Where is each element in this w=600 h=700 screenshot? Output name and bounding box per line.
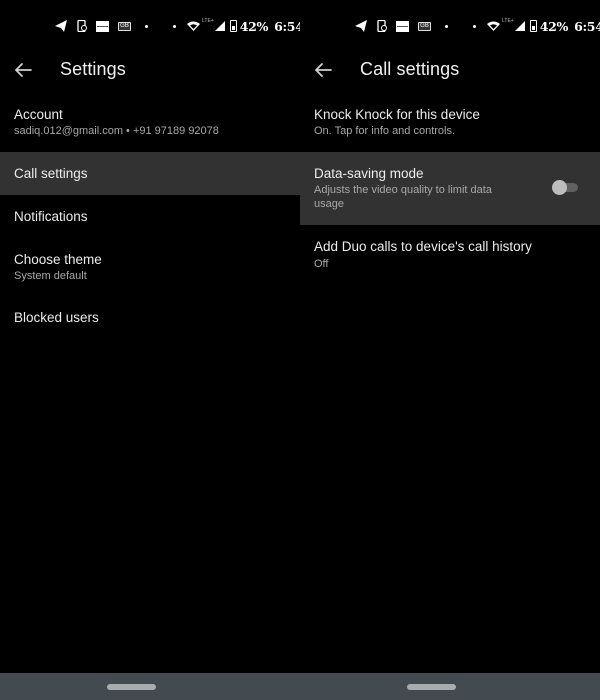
battery-icon bbox=[529, 20, 537, 32]
phone-icon bbox=[77, 20, 87, 32]
telegram-icon bbox=[355, 20, 367, 32]
battery-percent: 42% bbox=[239, 18, 269, 34]
settings-screen: GB LTE+ 42% 6:54 Settings Account sadiq.… bbox=[0, 0, 304, 700]
page-title: Call settings bbox=[360, 59, 460, 79]
item-subtitle-line1: Adjusts the video quality to limit data bbox=[314, 184, 492, 196]
item-subtitle: On. Tap for info and controls. bbox=[314, 125, 456, 137]
notification-bar-icon bbox=[96, 20, 109, 32]
home-gesture-handle[interactable] bbox=[107, 684, 156, 690]
item-subtitle: System default bbox=[14, 270, 87, 282]
settings-item-choose-theme[interactable]: Choose theme System default bbox=[0, 238, 300, 298]
telegram-icon bbox=[55, 20, 67, 32]
item-subtitle: sadiq.012@gmail.com • +91 97189 92078 bbox=[14, 125, 219, 137]
item-title: Knock Knock for this device bbox=[314, 107, 480, 122]
signal-icon bbox=[214, 21, 225, 31]
gb-icon: GB bbox=[418, 21, 431, 31]
clock: 6:54 bbox=[574, 18, 600, 34]
settings-item-account[interactable]: Account sadiq.012@gmail.com • +91 97189 … bbox=[0, 90, 300, 152]
battery-icon bbox=[229, 20, 237, 32]
dot-icon bbox=[173, 24, 176, 28]
item-title: Notifications bbox=[14, 209, 88, 224]
settings-item-data-saving-mode[interactable]: Data-saving mode Adjusts the video quali… bbox=[300, 152, 600, 225]
settings-item-blocked-users[interactable]: Blocked users bbox=[0, 298, 300, 341]
app-bar: Call settings bbox=[300, 50, 600, 90]
item-title: Account bbox=[14, 107, 63, 122]
page-title: Settings bbox=[60, 59, 126, 79]
gb-icon: GB bbox=[118, 21, 131, 31]
dot-icon bbox=[473, 24, 476, 28]
status-bar: GB LTE+ 42% 6:54 bbox=[300, 0, 600, 50]
call-settings-screen: GB LTE+ 42% 6:54 Call settings Knock Kno… bbox=[300, 0, 600, 700]
notification-bar-icon bbox=[396, 20, 409, 32]
app-bar: Settings bbox=[0, 50, 300, 90]
data-saving-toggle[interactable] bbox=[552, 180, 578, 195]
battery-percent: 42% bbox=[539, 18, 569, 34]
back-arrow-icon[interactable] bbox=[12, 60, 34, 80]
dot-icon bbox=[445, 24, 448, 28]
call-settings-list: Knock Knock for this device On. Tap for … bbox=[300, 90, 600, 285]
signal-icon bbox=[514, 21, 525, 31]
home-gesture-handle[interactable] bbox=[407, 684, 456, 690]
settings-item-notifications[interactable]: Notifications bbox=[0, 195, 300, 238]
item-subtitle: Off bbox=[314, 258, 329, 270]
wifi-icon bbox=[487, 21, 500, 31]
back-arrow-icon[interactable] bbox=[312, 60, 334, 80]
item-title: Add Duo calls to device's call history bbox=[314, 239, 532, 254]
item-subtitle-line2: usage bbox=[314, 198, 344, 210]
navigation-bar bbox=[0, 673, 300, 700]
item-title: Choose theme bbox=[14, 252, 102, 267]
status-bar: GB LTE+ 42% 6:54 bbox=[0, 0, 304, 50]
item-title: Data-saving mode bbox=[314, 166, 424, 181]
settings-item-call-settings[interactable]: Call settings bbox=[0, 152, 300, 195]
item-title: Blocked users bbox=[14, 310, 99, 325]
lte-plus-icon: LTE+ bbox=[202, 18, 214, 24]
wifi-icon bbox=[187, 21, 200, 31]
settings-item-call-history[interactable]: Add Duo calls to device's call history O… bbox=[300, 225, 600, 285]
settings-item-knock-knock[interactable]: Knock Knock for this device On. Tap for … bbox=[300, 90, 600, 152]
item-title: Call settings bbox=[14, 166, 88, 181]
settings-list: Account sadiq.012@gmail.com • +91 97189 … bbox=[0, 90, 300, 341]
navigation-bar bbox=[300, 673, 600, 700]
toggle-thumb bbox=[552, 180, 567, 195]
dot-icon bbox=[145, 24, 148, 28]
phone-icon bbox=[377, 20, 387, 32]
lte-plus-icon: LTE+ bbox=[502, 18, 514, 24]
